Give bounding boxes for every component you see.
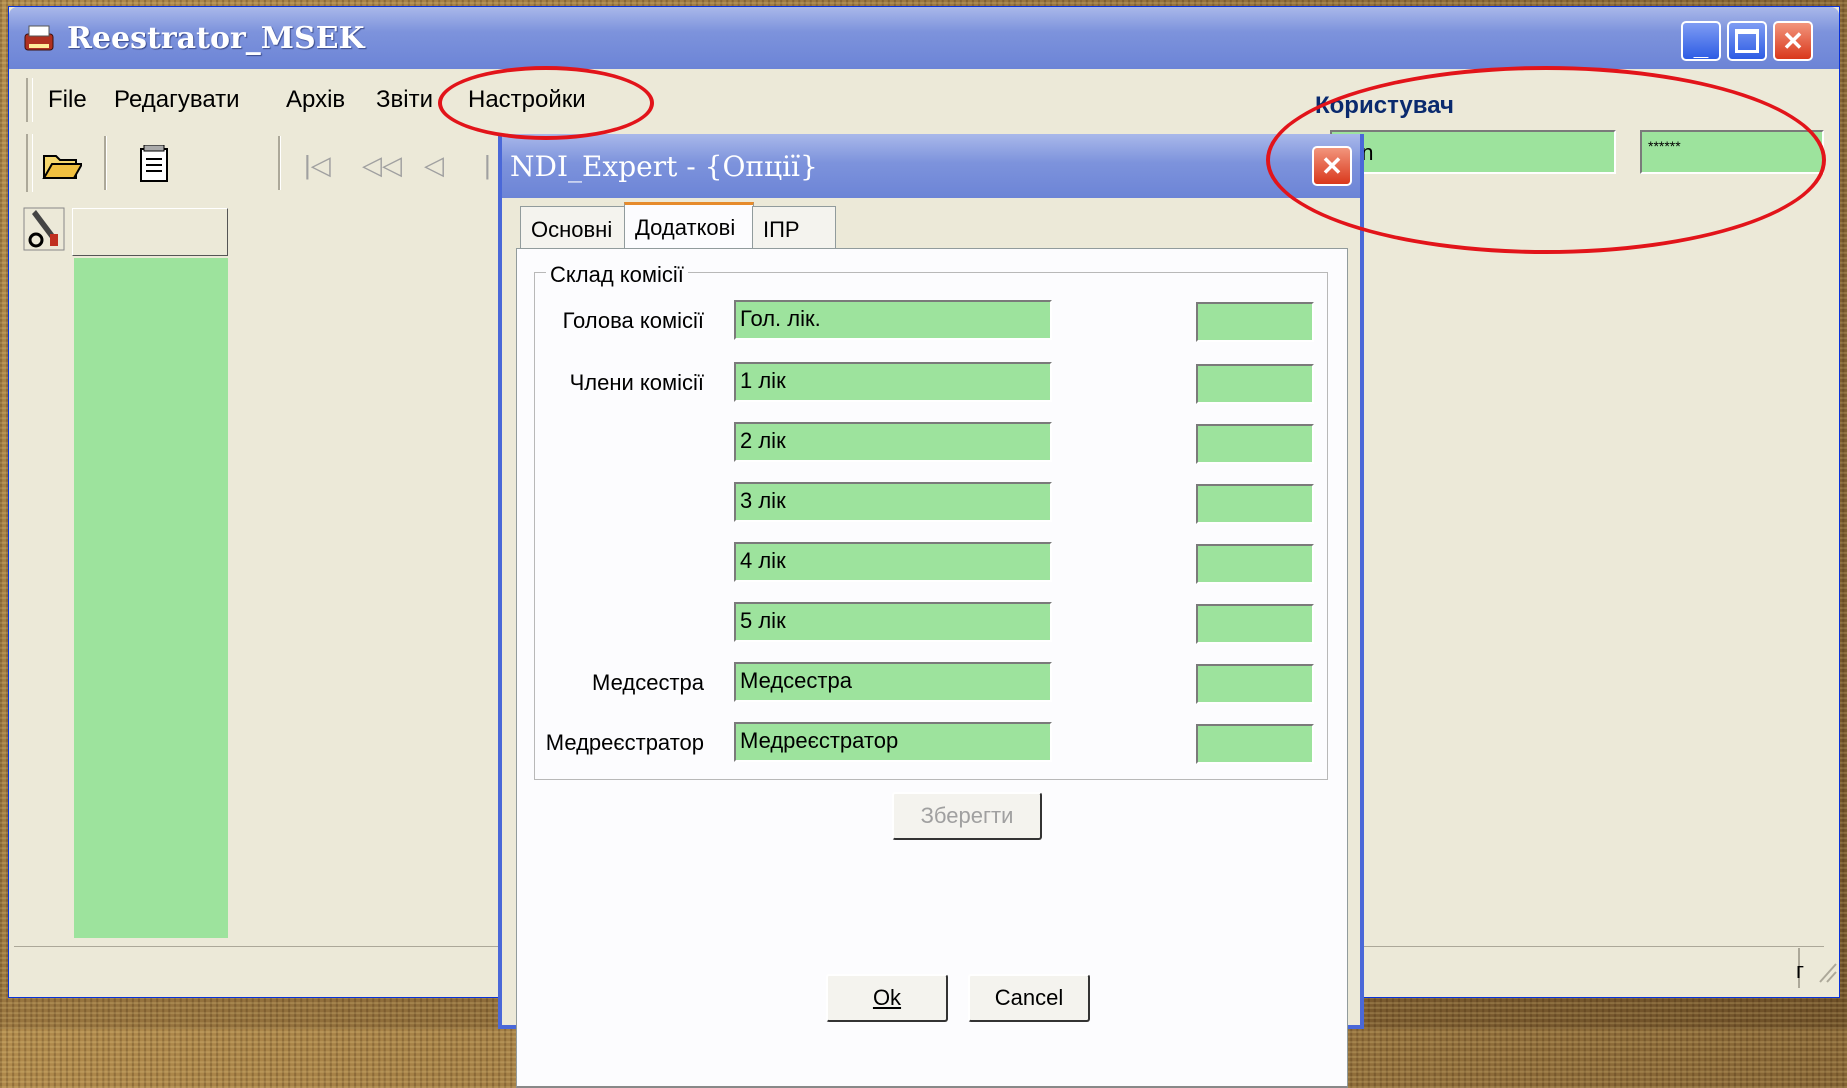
open-button[interactable] — [36, 140, 88, 188]
tab-ipr[interactable]: ІПР — [752, 206, 836, 250]
window-title: Reestrator_MSEK — [67, 21, 365, 56]
member-2-code-field[interactable] — [1196, 424, 1314, 464]
registrar-name-field[interactable]: Медреєстратор — [734, 722, 1052, 762]
group-title: Склад комісії — [546, 262, 688, 288]
toolbar-grip — [26, 134, 33, 192]
resize-grip-icon[interactable] — [1816, 958, 1838, 984]
prev-record-icon[interactable]: ◁ — [424, 150, 444, 181]
menu-archive[interactable]: Архів — [274, 78, 357, 122]
member-1-name-field[interactable]: 1 лік — [734, 362, 1052, 402]
main-titlebar[interactable]: Reestrator_MSEK _ ✕ — [9, 7, 1839, 69]
minimize-button[interactable]: _ — [1681, 21, 1721, 61]
left-panel-header — [72, 208, 228, 256]
menu-reports[interactable]: Звіти — [364, 78, 445, 122]
row-label: Члени комісії — [569, 370, 704, 395]
toolbar-separator — [104, 136, 107, 190]
nurse-code-field[interactable] — [1196, 664, 1314, 704]
chairman-code-field[interactable] — [1196, 302, 1314, 342]
member-5-name-field[interactable]: 5 лік — [734, 602, 1052, 642]
options-dialog: NDI_Expert - {Опції} ✕ Основні Додаткові… — [498, 134, 1364, 1088]
menubar-grip — [26, 78, 33, 122]
member-3-code-field[interactable] — [1196, 484, 1314, 524]
notepad-button[interactable] — [128, 140, 180, 188]
tab-main[interactable]: Основні — [520, 206, 626, 250]
prev-page-icon[interactable]: ◁◁ — [362, 150, 402, 181]
left-panel-tool[interactable] — [22, 206, 66, 252]
annotation-oval-settings — [438, 66, 654, 140]
menu-edit[interactable]: Редагувати — [102, 78, 252, 122]
member-3-name-field[interactable]: 3 лік — [734, 482, 1052, 522]
member-2-name-field[interactable]: 2 лік — [734, 422, 1052, 462]
close-button[interactable]: ✕ — [1773, 21, 1813, 61]
tools-icon — [23, 207, 65, 251]
dialog-title: NDI_Expert - {Опції} — [510, 150, 818, 183]
nurse-name-field[interactable]: Медсестра — [734, 662, 1052, 702]
member-1-code-field[interactable] — [1196, 364, 1314, 404]
ok-button[interactable]: Ok — [826, 974, 948, 1022]
toolbar-separator — [278, 136, 281, 190]
menu-file[interactable]: File — [36, 78, 99, 122]
member-5-code-field[interactable] — [1196, 604, 1314, 644]
open-folder-icon — [42, 155, 82, 179]
close-icon: ✕ — [1782, 25, 1804, 56]
app-icon — [21, 20, 57, 56]
notepad-icon — [140, 145, 168, 182]
tab-additional[interactable]: Додаткові — [624, 202, 754, 250]
row-label: Голова комісії — [562, 308, 704, 333]
row-label: Медсестра — [592, 670, 704, 695]
maximize-button[interactable] — [1727, 21, 1767, 61]
minimize-icon: _ — [1693, 30, 1709, 61]
member-4-name-field[interactable]: 4 лік — [734, 542, 1052, 582]
cancel-button[interactable]: Cancel — [968, 974, 1090, 1022]
row-label: Медреєстратор — [545, 730, 704, 755]
member-4-code-field[interactable] — [1196, 544, 1314, 584]
annotation-oval-user — [1266, 66, 1826, 254]
save-button[interactable]: Зберегти — [892, 792, 1042, 840]
toolbar-more-icon[interactable]: | — [484, 150, 491, 181]
first-record-icon[interactable]: |◁ — [304, 150, 331, 181]
status-text: г — [1796, 958, 1805, 983]
left-panel-list[interactable] — [74, 258, 228, 938]
maximize-icon — [1735, 29, 1759, 53]
chairman-name-field[interactable]: Гол. лік. — [734, 300, 1052, 340]
dialog-titlebar[interactable]: NDI_Expert - {Опції} ✕ — [502, 134, 1360, 198]
registrar-code-field[interactable] — [1196, 724, 1314, 764]
